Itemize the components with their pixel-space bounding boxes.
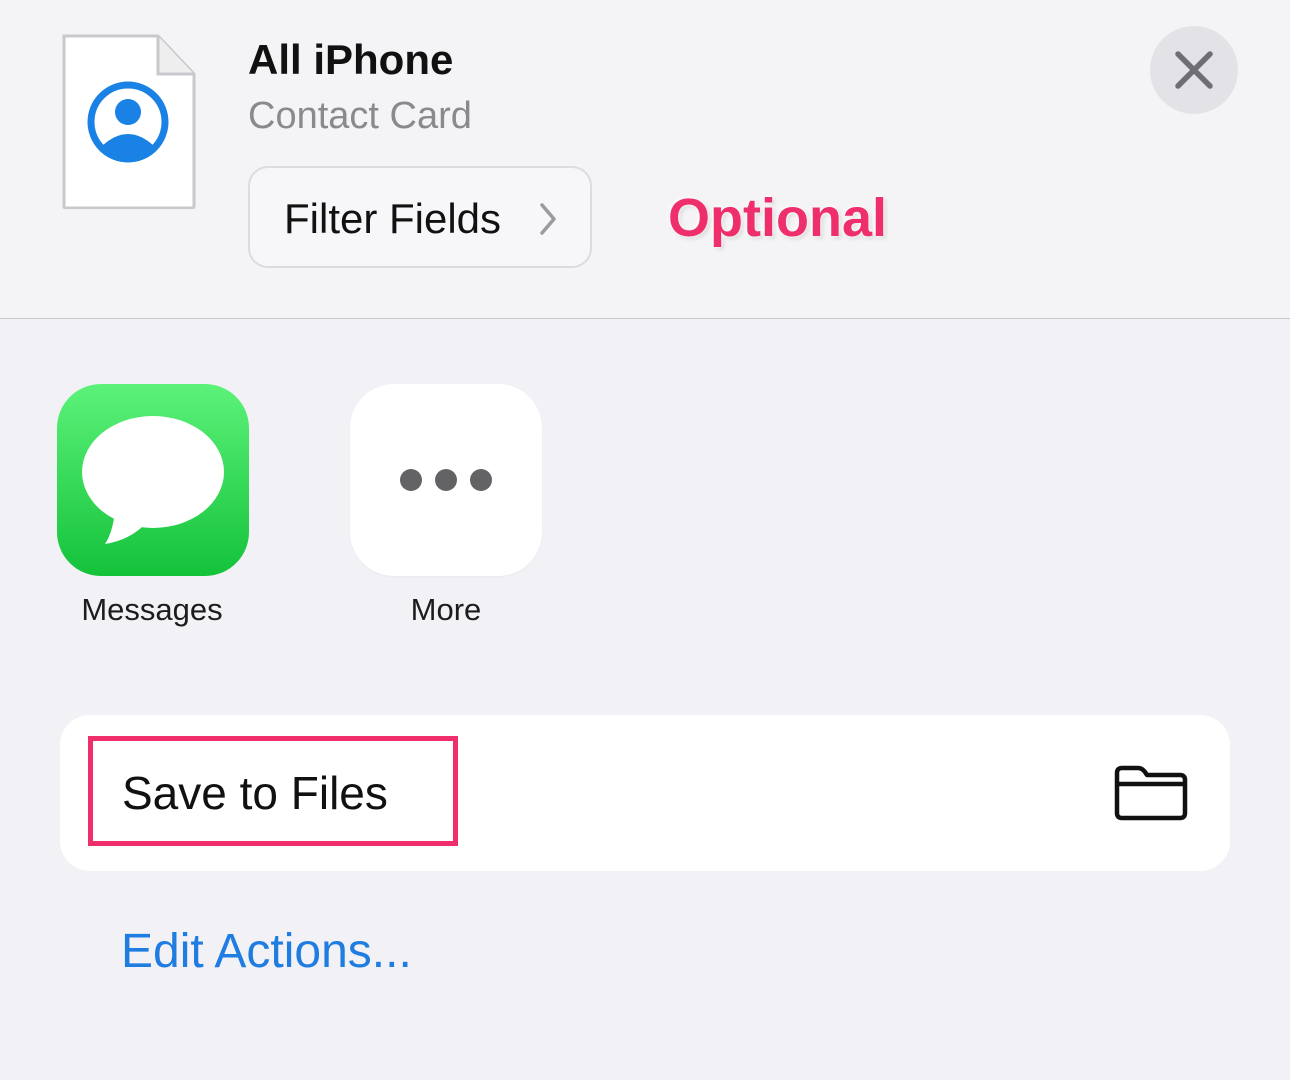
close-icon — [1175, 51, 1213, 89]
more-apps-button[interactable] — [350, 384, 542, 576]
share-title: All iPhone — [248, 36, 454, 83]
contact-document-icon — [62, 34, 196, 210]
messages-app-button[interactable] — [57, 384, 249, 576]
save-to-files-action[interactable]: Save to Files — [60, 715, 1230, 871]
filter-fields-button[interactable]: Filter Fields — [248, 166, 592, 268]
header-divider — [0, 318, 1290, 319]
share-subtitle: Contact Card — [248, 95, 472, 137]
messages-icon — [82, 416, 224, 544]
highlight-annotation-box — [88, 736, 458, 846]
more-apps-label: More — [410, 592, 482, 627]
more-ellipsis-icon — [400, 469, 492, 491]
close-button[interactable] — [1150, 26, 1238, 114]
edit-actions-link[interactable]: Edit Actions... — [121, 924, 412, 980]
messages-app-label: Messages — [81, 592, 223, 627]
filter-fields-label: Filter Fields — [284, 195, 502, 242]
chevron-right-icon — [538, 202, 558, 236]
folder-icon — [1114, 765, 1188, 826]
optional-annotation: Optional — [668, 188, 887, 248]
share-sheet-header: All iPhone Contact Card Filter Fields Op… — [0, 0, 1290, 318]
